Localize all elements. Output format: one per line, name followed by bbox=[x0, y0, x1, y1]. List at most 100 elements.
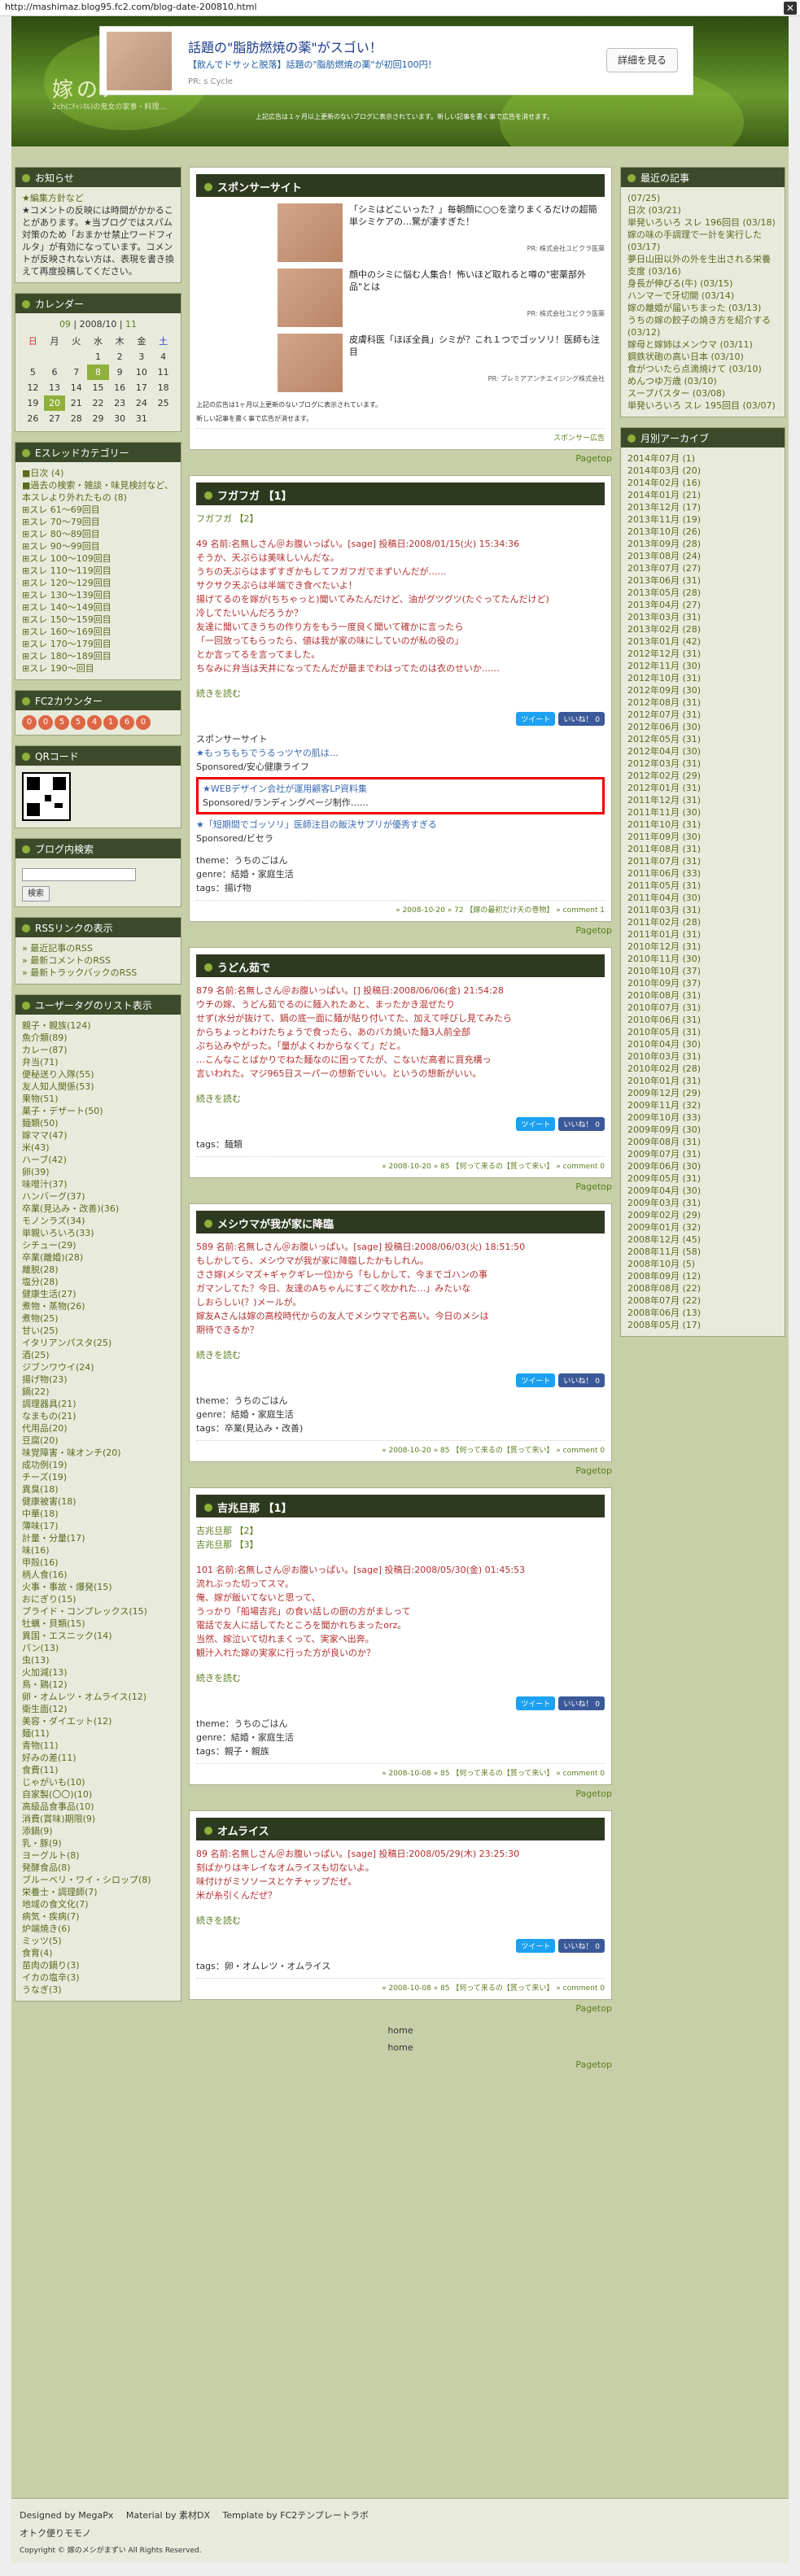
sponsor-link[interactable]: スポンサー広告 bbox=[196, 428, 605, 443]
tag-item[interactable]: 青物(11) bbox=[22, 1740, 174, 1752]
tag-item[interactable]: 代用品(20) bbox=[22, 1422, 174, 1434]
category-item[interactable]: ⊞スレ 90〜99回目 bbox=[22, 540, 174, 552]
archive-item[interactable]: 2010年02月 (28) bbox=[627, 1063, 778, 1075]
tweet-button[interactable]: ツイート bbox=[516, 1939, 556, 1953]
tag-item[interactable]: 異国・エスニック(14) bbox=[22, 1630, 174, 1642]
calendar-prev[interactable]: 09 bbox=[59, 319, 71, 330]
archive-item[interactable]: 2012年12月 (31) bbox=[627, 648, 778, 660]
archive-item[interactable]: 2013年07月 (27) bbox=[627, 562, 778, 574]
tag-item[interactable]: 添鍋(9) bbox=[22, 1825, 174, 1837]
entry-genre[interactable]: genre：結婚・家庭生活 bbox=[196, 1408, 605, 1421]
tag-item[interactable]: 単親いろいろ(33) bbox=[22, 1227, 174, 1239]
entry-title[interactable]: うどん茹で bbox=[217, 963, 270, 975]
recent-item[interactable]: 嫁母と嫁姉はメンウマ (03/11) bbox=[627, 338, 778, 351]
archive-item[interactable]: 2010年08月 (31) bbox=[627, 989, 778, 1002]
entry-meta[interactable]: » 2008-10-20 » 85 【何って来るの【質って来い】 » comme… bbox=[196, 1440, 605, 1455]
archive-item[interactable]: 2010年10月 (37) bbox=[627, 965, 778, 977]
read-more-link[interactable]: 続きを読む bbox=[196, 1092, 605, 1106]
tag-item[interactable]: 弁当(71) bbox=[22, 1056, 174, 1068]
archive-item[interactable]: 2008年12月 (45) bbox=[627, 1233, 778, 1246]
archive-item[interactable]: 2013年06月 (31) bbox=[627, 574, 778, 587]
archive-item[interactable]: 2009年06月 (30) bbox=[627, 1160, 778, 1172]
entry-genre[interactable]: genre：結婚・家庭生活 bbox=[196, 1731, 605, 1744]
tag-item[interactable]: 火事・事故・爆発(15) bbox=[22, 1581, 174, 1593]
tag-item[interactable]: 牡蠣・貝類(15) bbox=[22, 1618, 174, 1630]
tag-item[interactable]: 柄人食(16) bbox=[22, 1569, 174, 1581]
archive-item[interactable]: 2008年09月 (12) bbox=[627, 1270, 778, 1282]
archive-item[interactable]: 2012年03月 (31) bbox=[627, 758, 778, 770]
tweet-button[interactable]: ツイート bbox=[516, 712, 556, 726]
archive-item[interactable]: 2012年09月 (30) bbox=[627, 684, 778, 696]
entry-meta[interactable]: » 2008-10-20 » 72 【嫁の最初だけ天の巻物】 » comment… bbox=[196, 900, 605, 915]
tweet-button[interactable]: ツイート bbox=[516, 1373, 556, 1387]
entry-theme[interactable]: theme：うちのごはん bbox=[196, 854, 605, 867]
archive-item[interactable]: 2009年05月 (31) bbox=[627, 1172, 778, 1185]
pagetop-link[interactable]: Pagetop bbox=[189, 925, 612, 936]
tag-item[interactable]: 塩分(28) bbox=[22, 1276, 174, 1288]
tag-item[interactable]: 煮物(25) bbox=[22, 1312, 174, 1325]
pagetop-link[interactable]: Pagetop bbox=[189, 2059, 612, 2070]
archive-item[interactable]: 2010年05月 (31) bbox=[627, 1026, 778, 1038]
category-item[interactable]: ⊞スレ 100〜109回目 bbox=[22, 552, 174, 565]
tag-item[interactable]: 虫(13) bbox=[22, 1654, 174, 1666]
sponsored-link-title[interactable]: ★「短期間でゴッソリ」医師注目の飯決サプリが優秀すぎる bbox=[196, 818, 605, 832]
tag-item[interactable]: 卒業(離婚)(28) bbox=[22, 1251, 174, 1264]
pagetop-link[interactable]: Pagetop bbox=[189, 2003, 612, 2014]
footer-site[interactable]: オトク便りモモノ bbox=[20, 2526, 780, 2539]
pagetop-link[interactable]: Pagetop bbox=[189, 453, 612, 464]
archive-item[interactable]: 2009年09月 (30) bbox=[627, 1124, 778, 1136]
archive-item[interactable]: 2011年04月 (30) bbox=[627, 892, 778, 904]
archive-item[interactable]: 2012年10月 (31) bbox=[627, 672, 778, 684]
tag-item[interactable]: ハーブ(42) bbox=[22, 1154, 174, 1166]
tag-item[interactable]: 鳥・鶏(12) bbox=[22, 1679, 174, 1691]
tag-item[interactable]: 苗肉の鍋り(3) bbox=[22, 1959, 174, 1971]
category-item[interactable]: ■日次 (4) bbox=[22, 467, 174, 479]
archive-item[interactable]: 2010年04月 (30) bbox=[627, 1038, 778, 1050]
archive-item[interactable]: 2014年03月 (20) bbox=[627, 465, 778, 477]
tag-item[interactable]: 甲殻(16) bbox=[22, 1557, 174, 1569]
recent-item[interactable]: 鋼鉄状砲の高い日本 (03/10) bbox=[627, 351, 778, 363]
like-button[interactable]: いいね！ 0 bbox=[558, 1939, 605, 1953]
archive-item[interactable]: 2012年08月 (31) bbox=[627, 696, 778, 709]
tag-item[interactable]: 病気・疾病(7) bbox=[22, 1910, 174, 1923]
tag-item[interactable]: 味(16) bbox=[22, 1544, 174, 1557]
read-more-link[interactable]: 続きを読む bbox=[196, 687, 605, 701]
archive-item[interactable]: 2008年06月 (13) bbox=[627, 1307, 778, 1319]
tag-item[interactable]: 消費(賞味)期限(9) bbox=[22, 1813, 174, 1825]
tag-item[interactable]: 美容・ダイエット(12) bbox=[22, 1715, 174, 1727]
tag-item[interactable]: パン(13) bbox=[22, 1642, 174, 1654]
like-button[interactable]: いいね！ 0 bbox=[558, 1696, 605, 1710]
tag-item[interactable]: シチュー(29) bbox=[22, 1239, 174, 1251]
sponsor-text[interactable]: 皮膚科医「ほぼ全員」シミが？これ１つでゴッソリ！医師も注目 bbox=[349, 334, 605, 358]
archive-item[interactable]: 2013年03月 (31) bbox=[627, 611, 778, 623]
tag-item[interactable]: 甘い(25) bbox=[22, 1325, 174, 1337]
read-more-link[interactable]: 続きを読む bbox=[196, 1914, 605, 1928]
tag-item[interactable]: ヨーグルト(8) bbox=[22, 1849, 174, 1862]
category-item[interactable]: ⊞スレ 61〜69回目 bbox=[22, 504, 174, 516]
archive-item[interactable]: 2011年11月 (30) bbox=[627, 806, 778, 819]
sponsored-link[interactable]: ★WEBデザイン会社が運用顧客LP資料集 Sponsored/ランディングページ制… bbox=[196, 777, 605, 814]
archive-item[interactable]: 2010年07月 (31) bbox=[627, 1002, 778, 1014]
tag-item[interactable]: 衛生面(12) bbox=[22, 1703, 174, 1715]
entry-genre[interactable]: genre：結婚・家庭生活 bbox=[196, 867, 605, 881]
archive-item[interactable]: 2009年04月 (30) bbox=[627, 1185, 778, 1197]
archive-item[interactable]: 2009年03月 (31) bbox=[627, 1197, 778, 1209]
tag-item[interactable]: 自家製(〇〇)(10) bbox=[22, 1788, 174, 1801]
tag-item[interactable]: 薄味(17) bbox=[22, 1520, 174, 1532]
archive-item[interactable]: 2012年07月 (31) bbox=[627, 709, 778, 721]
tag-item[interactable]: 揚げ物(23) bbox=[22, 1373, 174, 1386]
tag-item[interactable]: 煮物・蒸物(26) bbox=[22, 1300, 174, 1312]
archive-item[interactable]: 2013年01月 (42) bbox=[627, 635, 778, 648]
archive-item[interactable]: 2011年08月 (31) bbox=[627, 843, 778, 855]
pagetop-link[interactable]: Pagetop bbox=[189, 1788, 612, 1799]
tag-item[interactable]: 卵・オムレツ・オムライス(12) bbox=[22, 1691, 174, 1703]
tag-item[interactable]: 離脱(28) bbox=[22, 1264, 174, 1276]
archive-item[interactable]: 2012年06月 (30) bbox=[627, 721, 778, 733]
tag-item[interactable]: カレー(87) bbox=[22, 1044, 174, 1056]
recent-item[interactable]: 単発いろいろ スレ 196回目 (03/18) bbox=[627, 216, 778, 229]
banner-ad[interactable]: 話題の"脂肪燃焼の薬"がスゴい！ 【飲んでドサッと脱落】話題の"脂肪燃焼の薬"が… bbox=[99, 26, 693, 95]
calendar-next[interactable]: 11 bbox=[125, 319, 137, 330]
tag-item[interactable]: 計量・分量(17) bbox=[22, 1532, 174, 1544]
tag-item[interactable]: 調理器具(21) bbox=[22, 1398, 174, 1410]
tag-item[interactable]: 魚介類(89) bbox=[22, 1032, 174, 1044]
